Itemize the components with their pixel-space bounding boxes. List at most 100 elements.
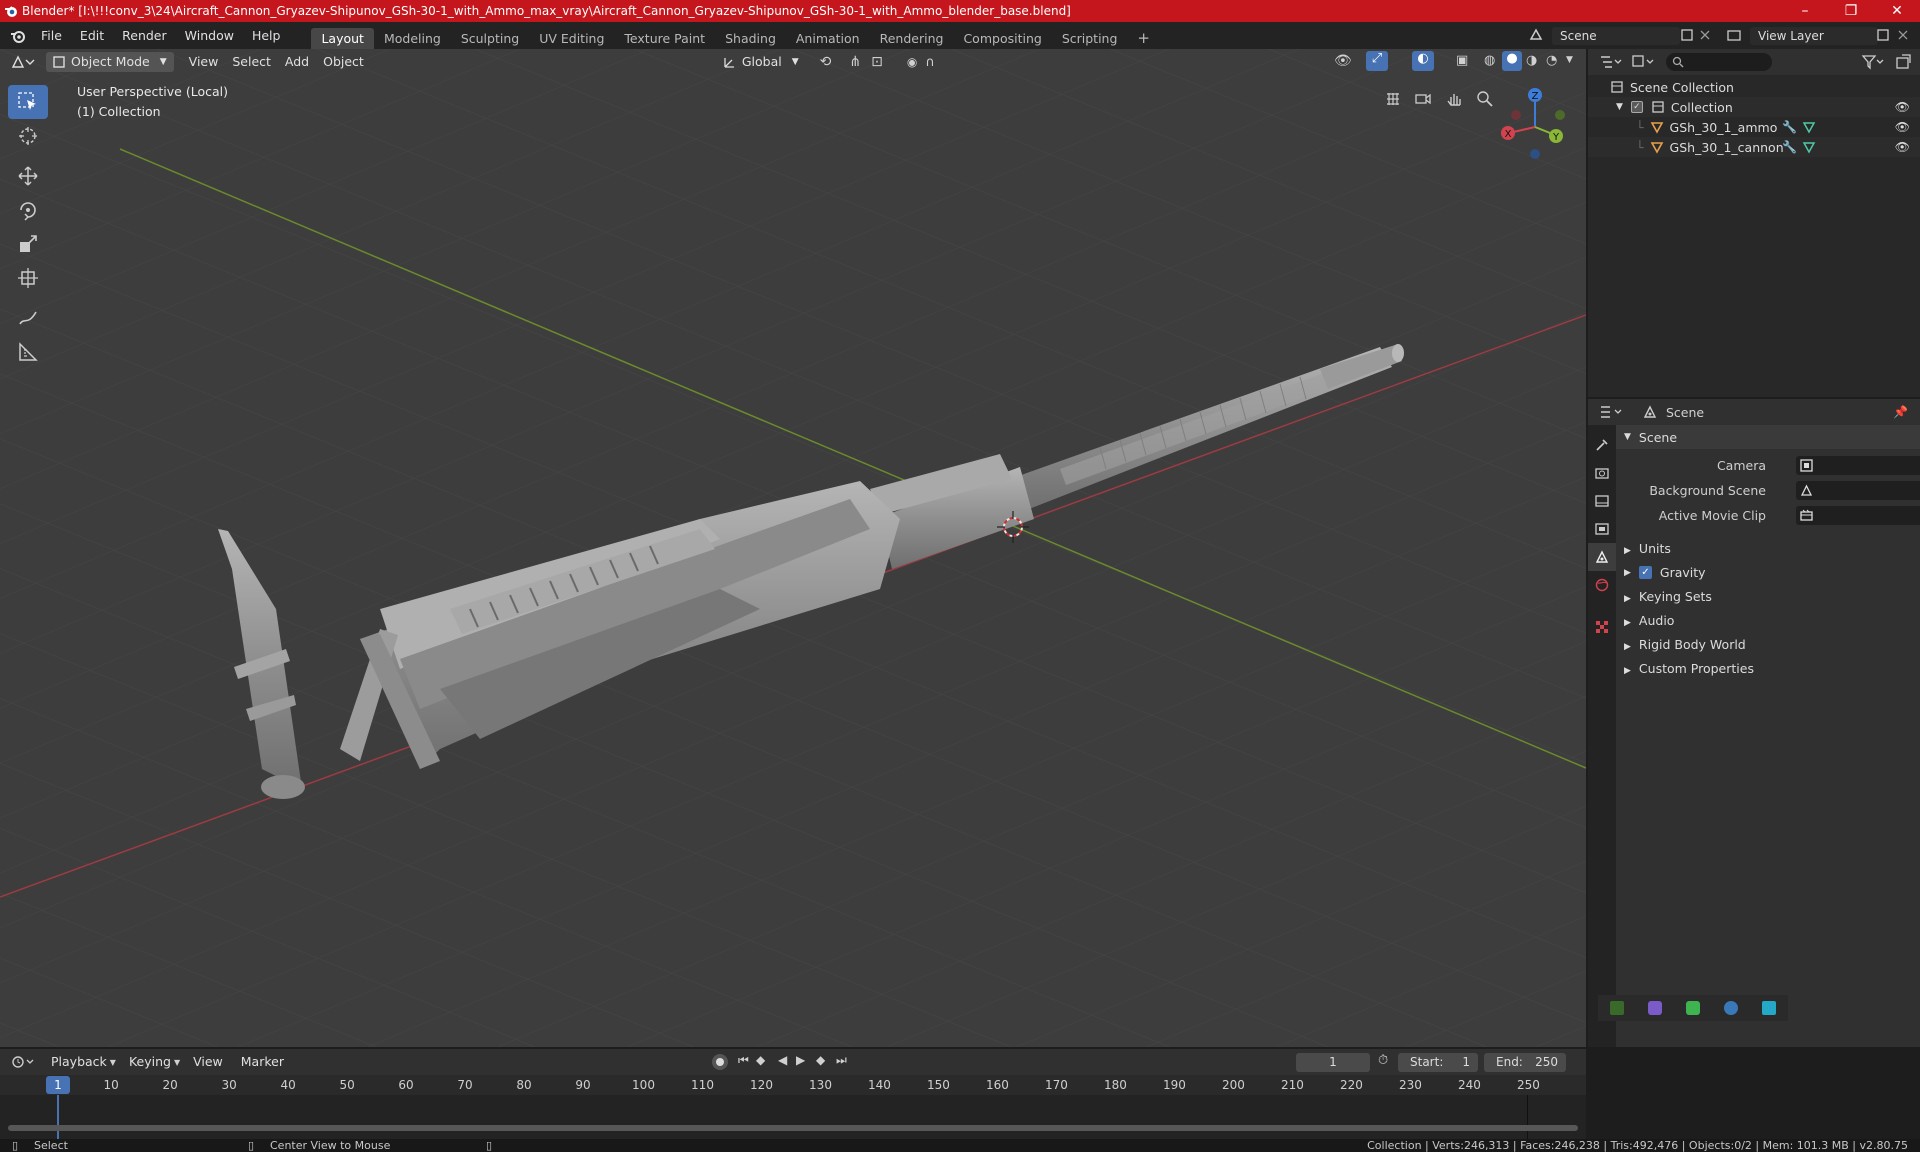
tab-scene[interactable] [1588, 543, 1616, 571]
snap-icon[interactable]: ⋔ [849, 54, 861, 70]
tab-sculpting[interactable]: Sculpting [451, 28, 529, 49]
outliner-scene-collection[interactable]: Scene Collection [1588, 77, 1920, 97]
current-frame-field[interactable]: 1 [1296, 1053, 1370, 1072]
play-icon[interactable]: ▶ [796, 1053, 805, 1067]
filter-icon[interactable] [1860, 53, 1886, 71]
background-scene-field[interactable] [1796, 481, 1920, 500]
jump-keyframe-back-icon[interactable]: ◆ [756, 1053, 765, 1067]
steam-icon[interactable] [1724, 1001, 1738, 1015]
timeline-menu-keying[interactable]: Keying [122, 1052, 178, 1072]
jump-start-icon[interactable]: ⏮ [738, 1053, 749, 1068]
transform-tool[interactable] [8, 261, 48, 295]
zoom-view-icon[interactable] [1472, 86, 1498, 112]
new-scene-icon[interactable] [1680, 28, 1694, 42]
gizmo-toggle-icon[interactable]: ⤢ [1366, 51, 1388, 71]
jump-end-icon[interactable]: ⏭ [836, 1053, 847, 1068]
maximize-button[interactable]: ❐ [1828, 0, 1874, 22]
outliner-object-cannon[interactable]: └ GSh_30_1_cannon 🔧 👁 [1588, 137, 1920, 157]
menu-render[interactable]: Render [113, 22, 176, 49]
tab-compositing[interactable]: Compositing [953, 28, 1051, 49]
measure-tool[interactable] [8, 335, 48, 369]
viewport-menu-object[interactable]: Object [316, 52, 371, 72]
start-frame-field[interactable]: Start: 1 [1398, 1053, 1478, 1072]
close-button[interactable]: ✕ [1874, 0, 1920, 22]
tab-rendering[interactable]: Rendering [870, 28, 954, 49]
snap-target-icon[interactable]: ⊡ [871, 54, 883, 70]
viewport-menu-view[interactable]: View [182, 52, 226, 72]
tab-modeling[interactable]: Modeling [374, 28, 451, 49]
security-icon[interactable] [1686, 1001, 1700, 1015]
custom-properties-panel[interactable]: ▶ Custom Properties [1624, 661, 1754, 676]
viewport-menu-select[interactable]: Select [225, 52, 278, 72]
visibility-eye-icon[interactable]: 👁 [1895, 120, 1910, 134]
rotate-tool[interactable] [8, 193, 48, 227]
camera-field[interactable] [1796, 456, 1920, 475]
frame-ruler[interactable]: 1 10 20 30 40 50 60 70 80 90 100 110 120 130 140 150 160… [0, 1075, 1586, 1095]
pan-view-icon[interactable] [1441, 86, 1467, 112]
keying-sets-panel[interactable]: ▶ Keying Sets [1624, 589, 1712, 604]
annotate-tool[interactable] [8, 301, 48, 335]
stopwatch-icon[interactable]: ⏱ [1378, 1053, 1388, 1068]
gravity-panel[interactable]: ▶ ✓ Gravity [1624, 565, 1706, 580]
scale-tool[interactable] [8, 227, 48, 261]
viewport-scene[interactable]: Z X Y [0, 49, 1586, 1047]
collection-checkbox[interactable]: ✓ [1630, 101, 1643, 113]
remove-view-layer-icon[interactable] [1896, 28, 1910, 42]
move-tool[interactable] [8, 159, 48, 193]
transform-orientation-select[interactable]: Global ▼ [716, 52, 806, 72]
outliner-search-input[interactable] [1666, 53, 1772, 71]
nvidia-icon[interactable] [1610, 1001, 1624, 1015]
wireframe-shading-icon[interactable]: ◍ [1484, 53, 1495, 68]
jump-keyframe-forward-icon[interactable]: ◆ [816, 1053, 825, 1067]
play-reverse-icon[interactable]: ◀ [778, 1053, 787, 1067]
mesh-data-icon[interactable] [1802, 120, 1816, 134]
menu-file[interactable]: File [32, 22, 71, 49]
view-layer-field[interactable]: View Layer [1750, 27, 1878, 45]
3d-viewport[interactable]: Z X Y Object Mode ▼ View Select Add Obje… [0, 49, 1586, 1047]
audio-panel[interactable]: ▶ Audio [1624, 613, 1674, 628]
outliner-collection[interactable]: ▼ ✓ Collection 👁 [1588, 97, 1920, 117]
active-movie-clip-field[interactable] [1796, 506, 1920, 525]
tab-tool[interactable] [1588, 431, 1616, 459]
blender-menu-icon[interactable] [10, 28, 26, 44]
mode-select[interactable]: Object Mode ▼ [46, 52, 174, 72]
tab-scripting[interactable]: Scripting [1052, 28, 1128, 49]
proportional-edit-icon[interactable]: ◉ [907, 55, 917, 69]
material-shading-icon[interactable]: ◑ [1526, 53, 1537, 68]
cursor-tool[interactable] [8, 119, 48, 153]
tab-uv-editing[interactable]: UV Editing [529, 28, 614, 49]
display-mode-icon[interactable] [1630, 53, 1656, 71]
tab-layout[interactable]: Layout [311, 27, 374, 49]
rigid-body-world-panel[interactable]: ▶ Rigid Body World [1624, 637, 1746, 652]
rendered-shading-icon[interactable]: ◔ [1546, 53, 1557, 68]
tab-render[interactable] [1588, 459, 1616, 487]
pivot-point-icon[interactable]: ⟲ [820, 54, 832, 70]
gravity-checkbox[interactable]: ✓ [1638, 566, 1652, 579]
timeline-menu-playback[interactable]: Playback [44, 1052, 114, 1072]
properties-editor-type-icon[interactable] [1598, 403, 1624, 421]
timeline-track[interactable] [0, 1095, 1586, 1139]
mesh-data-icon[interactable] [1802, 140, 1816, 154]
new-view-layer-icon[interactable] [1876, 28, 1890, 42]
visibility-eye-icon[interactable]: 👁 [1895, 100, 1910, 114]
pin-icon[interactable]: 📌 [1893, 405, 1908, 419]
minimize-button[interactable]: – [1782, 0, 1828, 22]
tab-output[interactable] [1588, 487, 1616, 515]
scene-selector-icon[interactable] [1528, 27, 1544, 43]
visibility-eye-icon[interactable]: 👁 [1895, 140, 1910, 154]
timeline-scrollbar[interactable] [8, 1125, 1578, 1131]
tab-world[interactable] [1588, 571, 1616, 599]
toggle-grid-icon[interactable] [1380, 86, 1406, 112]
tab-view-layer[interactable] [1588, 515, 1616, 543]
viewport-menu-add[interactable]: Add [278, 52, 316, 72]
falloff-icon[interactable]: ∩ [925, 55, 935, 70]
modifier-wrench-icon[interactable]: 🔧 [1782, 140, 1797, 154]
timeline-menu-marker[interactable]: Marker [234, 1052, 291, 1072]
end-frame-field[interactable]: End: 250 [1484, 1053, 1566, 1072]
tab-texture[interactable] [1588, 613, 1616, 641]
tab-animation[interactable]: Animation [786, 28, 870, 49]
add-workspace-button[interactable]: + [1127, 28, 1160, 49]
solid-shading-icon[interactable]: ● [1502, 51, 1522, 71]
xray-toggle-icon[interactable]: ▣ [1456, 53, 1468, 68]
outliner-editor-type-icon[interactable] [1598, 53, 1624, 71]
